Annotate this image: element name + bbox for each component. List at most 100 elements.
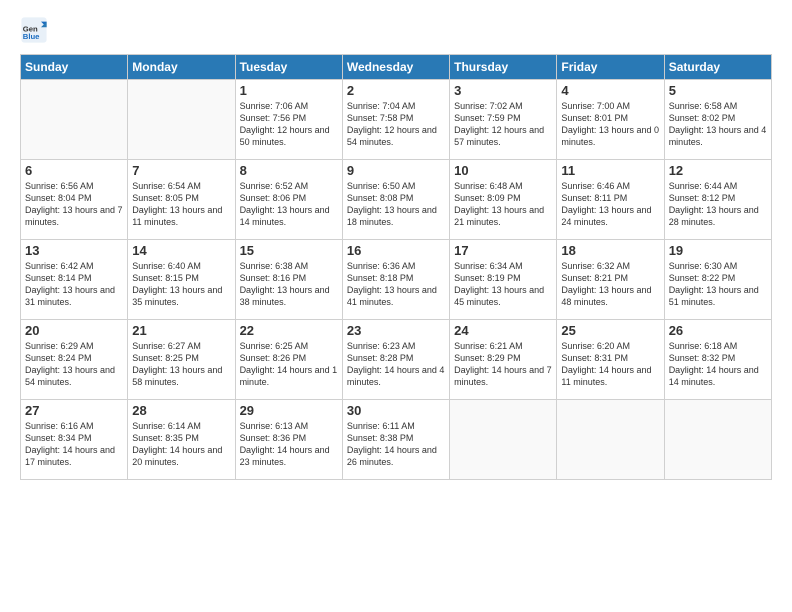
calendar-cell: 8 Sunrise: 6:52 AM Sunset: 8:06 PM Daylig… [235,160,342,240]
day-info: Sunrise: 6:48 AM Sunset: 8:09 PM Dayligh… [454,180,552,229]
calendar-cell [557,400,664,480]
day-number: 16 [347,243,445,258]
calendar-cell: 21 Sunrise: 6:27 AM Sunset: 8:25 PM Dayli… [128,320,235,400]
calendar-cell: 2 Sunrise: 7:04 AM Sunset: 7:58 PM Daylig… [342,80,449,160]
day-info: Sunrise: 6:54 AM Sunset: 8:05 PM Dayligh… [132,180,230,229]
calendar-cell: 25 Sunrise: 6:20 AM Sunset: 8:31 PM Dayli… [557,320,664,400]
day-info: Sunrise: 6:38 AM Sunset: 8:16 PM Dayligh… [240,260,338,309]
day-number: 8 [240,163,338,178]
calendar-cell [664,400,771,480]
day-info: Sunrise: 6:27 AM Sunset: 8:25 PM Dayligh… [132,340,230,389]
calendar-header-sunday: Sunday [21,55,128,80]
calendar-cell: 18Sunrise: 6:32 AM Sunset: 8:21 PM Dayli… [557,240,664,320]
calendar-week-1: 1 Sunrise: 7:06 AM Sunset: 7:56 PM Daylig… [21,80,772,160]
day-number: 5 [669,83,767,98]
calendar-header-friday: Friday [557,55,664,80]
calendar-cell: 6 Sunrise: 6:56 AM Sunset: 8:04 PM Daylig… [21,160,128,240]
calendar-cell: 15 Sunrise: 6:38 AM Sunset: 8:16 PM Dayli… [235,240,342,320]
header: Gen Blue [20,16,772,44]
day-info: Sunrise: 6:29 AM Sunset: 8:24 PM Dayligh… [25,340,123,389]
day-info: Sunrise: 6:56 AM Sunset: 8:04 PM Dayligh… [25,180,123,229]
day-number: 22 [240,323,338,338]
day-number: 2 [347,83,445,98]
day-info: Sunrise: 6:23 AM Sunset: 8:28 PM Dayligh… [347,340,445,389]
day-number: 10 [454,163,552,178]
calendar-header-monday: Monday [128,55,235,80]
day-info: Sunrise: 6:50 AM Sunset: 8:08 PM Dayligh… [347,180,445,229]
day-info: Sunrise: 6:20 AM Sunset: 8:31 PM Dayligh… [561,340,659,389]
day-number: 29 [240,403,338,418]
page: Gen Blue SundayMondayTuesdayWednesdayThu… [0,0,792,612]
day-info: Sunrise: 6:16 AM Sunset: 8:34 PM Dayligh… [25,420,123,469]
calendar-cell: 28 Sunrise: 6:14 AM Sunset: 8:35 PM Dayli… [128,400,235,480]
calendar-week-3: 13 Sunrise: 6:42 AM Sunset: 8:14 PM Dayli… [21,240,772,320]
calendar-header-thursday: Thursday [450,55,557,80]
day-info: Sunrise: 6:46 AM Sunset: 8:11 PM Dayligh… [561,180,659,229]
day-number: 15 [240,243,338,258]
day-number: 18 [561,243,659,258]
day-number: 20 [25,323,123,338]
day-info: Sunrise: 6:58 AM Sunset: 8:02 PM Dayligh… [669,100,767,149]
day-number: 23 [347,323,445,338]
day-info: Sunrise: 6:44 AM Sunset: 8:12 PM Dayligh… [669,180,767,229]
day-info: Sunrise: 6:52 AM Sunset: 8:06 PM Dayligh… [240,180,338,229]
day-info: Sunrise: 7:00 AM Sunset: 8:01 PM Dayligh… [561,100,659,149]
day-number: 24 [454,323,552,338]
day-number: 25 [561,323,659,338]
day-number: 6 [25,163,123,178]
day-info: Sunrise: 6:40 AM Sunset: 8:15 PM Dayligh… [132,260,230,309]
logo: Gen Blue [20,16,52,44]
calendar-cell: 29 Sunrise: 6:13 AM Sunset: 8:36 PM Dayli… [235,400,342,480]
calendar-cell: 23 Sunrise: 6:23 AM Sunset: 8:28 PM Dayli… [342,320,449,400]
calendar-header-saturday: Saturday [664,55,771,80]
calendar-cell: 26 Sunrise: 6:18 AM Sunset: 8:32 PM Dayli… [664,320,771,400]
day-number: 7 [132,163,230,178]
calendar-cell: 12Sunrise: 6:44 AM Sunset: 8:12 PM Dayli… [664,160,771,240]
calendar-cell: 13 Sunrise: 6:42 AM Sunset: 8:14 PM Dayli… [21,240,128,320]
calendar-cell: 19Sunrise: 6:30 AM Sunset: 8:22 PM Dayli… [664,240,771,320]
calendar-cell: 24Sunrise: 6:21 AM Sunset: 8:29 PM Dayli… [450,320,557,400]
day-info: Sunrise: 6:18 AM Sunset: 8:32 PM Dayligh… [669,340,767,389]
day-number: 30 [347,403,445,418]
calendar-cell: 30 Sunrise: 6:11 AM Sunset: 8:38 PM Dayli… [342,400,449,480]
day-number: 28 [132,403,230,418]
calendar-cell: 10 Sunrise: 6:48 AM Sunset: 8:09 PM Dayli… [450,160,557,240]
day-number: 1 [240,83,338,98]
calendar-header-row: SundayMondayTuesdayWednesdayThursdayFrid… [21,55,772,80]
day-number: 17 [454,243,552,258]
calendar-week-2: 6 Sunrise: 6:56 AM Sunset: 8:04 PM Daylig… [21,160,772,240]
day-info: Sunrise: 6:13 AM Sunset: 8:36 PM Dayligh… [240,420,338,469]
day-number: 9 [347,163,445,178]
day-number: 26 [669,323,767,338]
calendar-cell: 22 Sunrise: 6:25 AM Sunset: 8:26 PM Dayli… [235,320,342,400]
calendar-cell: 1 Sunrise: 7:06 AM Sunset: 7:56 PM Daylig… [235,80,342,160]
calendar-week-4: 20 Sunrise: 6:29 AM Sunset: 8:24 PM Dayli… [21,320,772,400]
svg-text:Blue: Blue [23,32,40,41]
day-info: Sunrise: 6:34 AM Sunset: 8:19 PM Dayligh… [454,260,552,309]
calendar-cell: 17 Sunrise: 6:34 AM Sunset: 8:19 PM Dayli… [450,240,557,320]
day-info: Sunrise: 6:36 AM Sunset: 8:18 PM Dayligh… [347,260,445,309]
calendar-cell: 11Sunrise: 6:46 AM Sunset: 8:11 PM Dayli… [557,160,664,240]
day-info: Sunrise: 7:02 AM Sunset: 7:59 PM Dayligh… [454,100,552,149]
calendar-cell [21,80,128,160]
calendar-cell [450,400,557,480]
day-info: Sunrise: 6:14 AM Sunset: 8:35 PM Dayligh… [132,420,230,469]
calendar-cell: 5 Sunrise: 6:58 AM Sunset: 8:02 PM Daylig… [664,80,771,160]
day-info: Sunrise: 7:06 AM Sunset: 7:56 PM Dayligh… [240,100,338,149]
logo-icon: Gen Blue [20,16,48,44]
calendar-cell: 3 Sunrise: 7:02 AM Sunset: 7:59 PM Daylig… [450,80,557,160]
day-number: 3 [454,83,552,98]
calendar-cell: 20 Sunrise: 6:29 AM Sunset: 8:24 PM Dayli… [21,320,128,400]
calendar-cell: 9 Sunrise: 6:50 AM Sunset: 8:08 PM Daylig… [342,160,449,240]
day-number: 13 [25,243,123,258]
calendar-cell: 4Sunrise: 7:00 AM Sunset: 8:01 PM Daylig… [557,80,664,160]
day-info: Sunrise: 6:25 AM Sunset: 8:26 PM Dayligh… [240,340,338,389]
day-number: 14 [132,243,230,258]
day-info: Sunrise: 7:04 AM Sunset: 7:58 PM Dayligh… [347,100,445,149]
day-number: 19 [669,243,767,258]
day-number: 21 [132,323,230,338]
day-info: Sunrise: 6:11 AM Sunset: 8:38 PM Dayligh… [347,420,445,469]
day-info: Sunrise: 6:42 AM Sunset: 8:14 PM Dayligh… [25,260,123,309]
calendar-cell [128,80,235,160]
calendar-header-tuesday: Tuesday [235,55,342,80]
